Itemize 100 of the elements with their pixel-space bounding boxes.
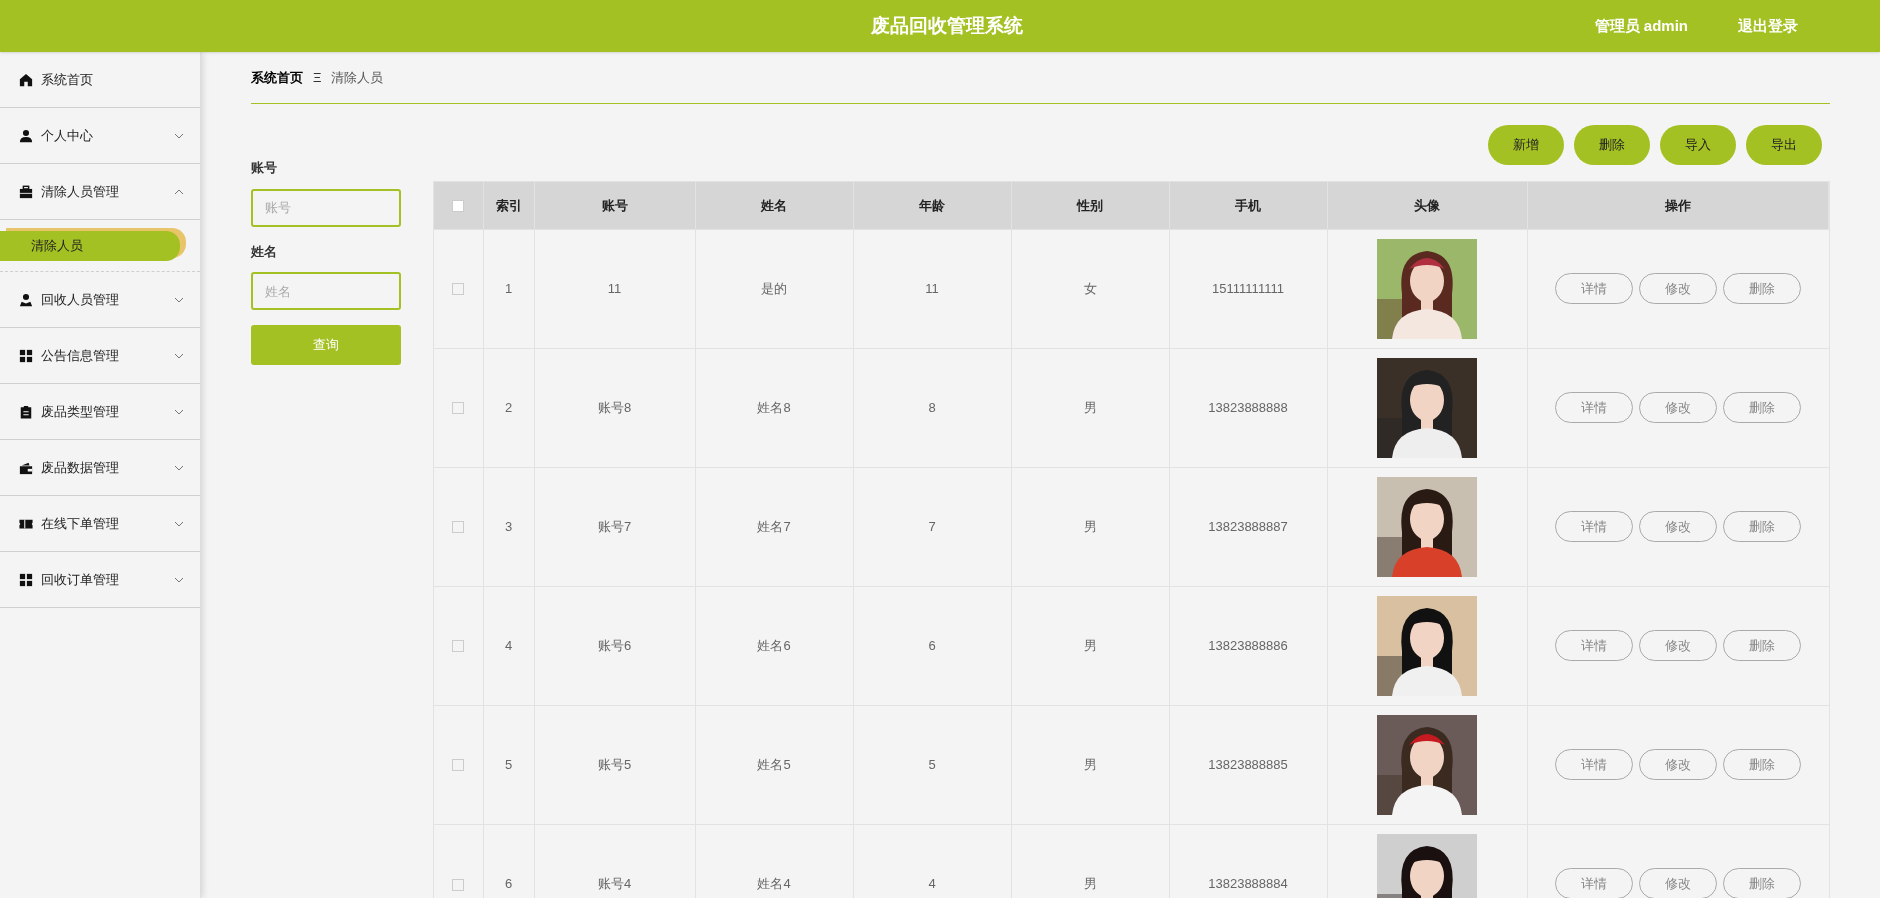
input-field[interactable]: 账号	[251, 188, 401, 227]
breadcrumb-separator: Ξ	[313, 68, 322, 87]
table-cell: 男	[1083, 518, 1097, 534]
table-cell: 6	[928, 637, 936, 653]
menu-item[interactable]: 个人中心	[0, 108, 200, 164]
table-cell: 账号5	[597, 756, 632, 772]
column-header: 姓名	[761, 197, 787, 213]
column-header: 手机	[1235, 197, 1261, 213]
checkbox[interactable]	[452, 521, 465, 534]
action-button[interactable]: 新增	[1488, 125, 1564, 165]
table-cell: 账号4	[597, 876, 632, 891]
table-cell: 男	[1083, 637, 1097, 653]
action-button[interactable]: 导出	[1746, 125, 1822, 165]
admin-label: 管理员 admin	[1594, 15, 1688, 36]
logout-link[interactable]: 退出登录	[1738, 14, 1798, 38]
column-header: 性别	[1077, 197, 1103, 213]
table-cell: 姓名5	[757, 756, 791, 772]
input-field[interactable]: 姓名	[251, 272, 401, 310]
person-icon	[19, 128, 33, 143]
table-cell: 4	[928, 876, 936, 891]
table-cell: 男	[1083, 756, 1097, 772]
breadcrumb-home[interactable]: 系统首页	[251, 67, 303, 88]
action-button[interactable]: 导入	[1660, 125, 1736, 165]
query-button[interactable]: 查询	[251, 325, 401, 365]
row-action-button[interactable]: 删除	[1723, 749, 1801, 780]
menu-item[interactable]: 清除人员管理	[0, 164, 200, 220]
table-cell: 13823888885	[1208, 756, 1288, 772]
row-action-button[interactable]: 详情	[1555, 273, 1633, 304]
table-cell: 11	[607, 280, 622, 296]
table-cell: 4	[504, 637, 513, 653]
row-action-button[interactable]: 修改	[1639, 273, 1717, 304]
table-cell: 姓名8	[757, 399, 791, 415]
table-cell: 6	[504, 876, 513, 891]
table-cell: 男	[1083, 876, 1097, 891]
row-action-button[interactable]: 详情	[1555, 868, 1633, 898]
row-action-button[interactable]: 修改	[1639, 868, 1717, 898]
table-cell: 13823888887	[1208, 518, 1288, 534]
table-cell: 11	[925, 280, 939, 296]
table-cell: 8	[928, 399, 936, 415]
table-cell: 是的	[761, 280, 787, 296]
table-cell: 13823888888	[1208, 399, 1288, 415]
table-cell: 13823888886	[1208, 637, 1288, 653]
row-action-button[interactable]: 删除	[1723, 511, 1801, 542]
menu-item[interactable]: 系统首页	[0, 52, 200, 108]
row-action-button[interactable]: 详情	[1555, 511, 1633, 542]
table-cell: 7	[928, 518, 936, 534]
row-action-button[interactable]: 修改	[1639, 511, 1717, 542]
table-cell: 账号8	[597, 399, 632, 415]
column-header: 索引	[495, 197, 522, 213]
field-label: 姓名	[251, 242, 278, 261]
table-cell: 男	[1083, 399, 1097, 415]
checkbox[interactable]	[452, 200, 465, 213]
table-cell: 15111111111	[1212, 280, 1284, 296]
column-header: 年龄	[919, 197, 945, 213]
table-cell: 女	[1083, 280, 1097, 296]
clipboard-icon	[19, 404, 33, 419]
checkbox[interactable]	[452, 640, 465, 653]
row-action-button[interactable]: 修改	[1639, 630, 1717, 661]
menu-item[interactable]: 在线下单管理	[0, 496, 200, 552]
table-cell: 3	[504, 518, 513, 534]
table-cell: 账号7	[597, 518, 632, 534]
row-action-button[interactable]: 删除	[1723, 273, 1801, 304]
wallet-icon	[19, 460, 33, 475]
menu-item[interactable]: 废品数据管理	[0, 440, 200, 496]
table-cell: 姓名7	[757, 518, 791, 534]
table-cell: 姓名6	[757, 637, 791, 653]
column-header: 操作	[1664, 197, 1691, 213]
row-action-button[interactable]: 详情	[1555, 749, 1633, 780]
row-action-button[interactable]: 修改	[1639, 392, 1717, 423]
row-action-button[interactable]: 修改	[1639, 749, 1717, 780]
row-action-button[interactable]: 删除	[1723, 392, 1801, 423]
grid-icon	[19, 348, 33, 363]
table-cell: 5	[504, 756, 513, 772]
field-label: 账号	[251, 159, 278, 177]
column-header: 账号	[601, 197, 628, 213]
table-cell: 1	[504, 280, 513, 296]
row-action-button[interactable]: 详情	[1555, 630, 1633, 661]
checkbox[interactable]	[452, 878, 465, 891]
column-header: 头像	[1414, 197, 1440, 213]
breadcrumb-current: 清除人员	[331, 68, 384, 87]
checkbox[interactable]	[452, 402, 465, 415]
menu-item[interactable]: 废品类型管理	[0, 384, 200, 440]
row-action-button[interactable]: 删除	[1723, 630, 1801, 661]
grid-icon	[19, 572, 33, 587]
table-cell: 2	[504, 399, 513, 415]
table-cell: 姓名4	[757, 876, 791, 891]
person-icon	[19, 292, 33, 307]
row-action-button[interactable]: 详情	[1555, 392, 1633, 423]
table-cell: 5	[928, 756, 936, 772]
menu-item[interactable]: 公告信息管理	[0, 328, 200, 384]
checkbox[interactable]	[452, 759, 465, 772]
app-title: 废品回收管理系统	[871, 13, 1024, 38]
action-button[interactable]: 删除	[1574, 125, 1650, 165]
menu-item[interactable]: 回收订单管理	[0, 552, 200, 608]
menu-item[interactable]: 回收人员管理	[0, 272, 200, 328]
checkbox[interactable]	[452, 283, 465, 296]
row-action-button[interactable]: 删除	[1723, 868, 1801, 898]
home-icon	[19, 72, 33, 87]
table-cell: 13823888884	[1208, 876, 1288, 891]
briefcase-icon	[19, 184, 33, 199]
